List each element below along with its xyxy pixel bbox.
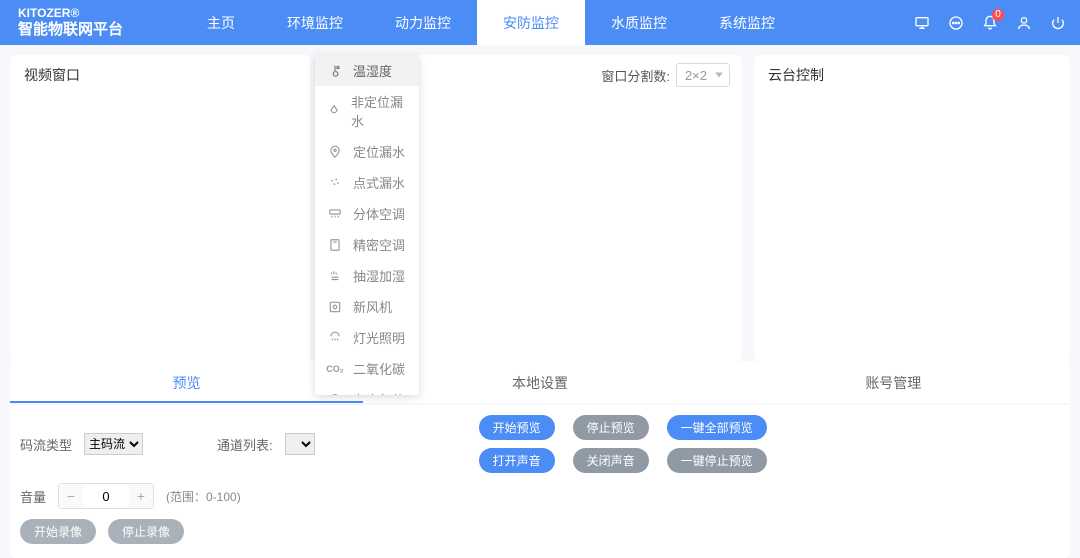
submenu-point-leak[interactable]: 点式漏水 bbox=[315, 167, 419, 198]
submenu-dehumid[interactable]: 抽湿加湿 bbox=[315, 260, 419, 291]
stream-type-label: 码流类型 bbox=[20, 435, 72, 454]
nav-system[interactable]: 系统监控 bbox=[693, 0, 801, 45]
top-nav: 主页 环境监控 动力监控 安防监控 水质监控 系统监控 bbox=[181, 0, 801, 45]
submenu-loc-leak[interactable]: 定位漏水 bbox=[315, 136, 419, 167]
fan-icon bbox=[327, 299, 343, 315]
brand: KITOZER® 智能物联网平台 bbox=[0, 6, 141, 38]
submenu-label: 二氧化碳 bbox=[353, 359, 405, 378]
volume-stepper: − + bbox=[58, 483, 154, 509]
server-icon bbox=[327, 237, 343, 253]
submenu-label: 精密空调 bbox=[353, 235, 405, 254]
dots-icon bbox=[327, 175, 343, 191]
nav-home[interactable]: 主页 bbox=[181, 0, 261, 45]
light-icon bbox=[327, 330, 343, 346]
submenu-temp-humidity[interactable]: 温湿度 bbox=[315, 55, 419, 86]
submenu-label: 非定位漏水 bbox=[351, 92, 407, 130]
tab-preview[interactable]: 预览 bbox=[10, 361, 363, 403]
droplet-icon bbox=[327, 103, 341, 119]
brand-sub: 智能物联网平台 bbox=[18, 21, 123, 39]
video-window-title: 视频窗口 bbox=[10, 55, 310, 95]
user-icon[interactable] bbox=[1016, 15, 1032, 31]
nav-power[interactable]: 动力监控 bbox=[369, 0, 477, 45]
volume-decrease-button[interactable]: − bbox=[59, 484, 83, 508]
env-submenu: 温湿度 非定位漏水 定位漏水 点式漏水 分体空调 精密空调 抽湿加湿 新风机 灯… bbox=[315, 55, 419, 395]
submenu-label: 抽湿加湿 bbox=[353, 266, 405, 285]
split-label: 窗口分割数: bbox=[601, 66, 670, 85]
ptz-title: 云台控制 bbox=[754, 55, 1070, 95]
chat-icon[interactable] bbox=[948, 15, 964, 31]
start-preview-button[interactable]: 开始预览 bbox=[479, 415, 555, 440]
stop-record-button[interactable]: 停止录像 bbox=[108, 519, 184, 544]
app-header: KITOZER® 智能物联网平台 主页 环境监控 动力监控 安防监控 水质监控 … bbox=[0, 0, 1080, 45]
all-preview-button[interactable]: 一键全部预览 bbox=[667, 415, 767, 440]
channel-list-label: 通道列表: bbox=[217, 435, 273, 454]
volume-input[interactable] bbox=[83, 484, 129, 508]
start-record-button[interactable]: 开始录像 bbox=[20, 519, 96, 544]
stop-all-preview-button[interactable]: 一键停止预览 bbox=[667, 448, 767, 473]
nav-env[interactable]: 环境监控 bbox=[261, 0, 369, 45]
submenu-label: 新风机 bbox=[353, 297, 392, 316]
submenu-fresh-air[interactable]: 新风机 bbox=[315, 291, 419, 322]
stop-preview-button[interactable]: 停止预览 bbox=[573, 415, 649, 440]
submenu-label: 温湿度 bbox=[353, 61, 392, 80]
video-window-panel: 视频窗口 bbox=[10, 55, 310, 361]
header-icons: 0 bbox=[914, 0, 1066, 45]
ac-icon bbox=[327, 206, 343, 222]
tab-account[interactable]: 账号管理 bbox=[717, 361, 1070, 403]
preview-controls: 码流类型 主码流 通道列表: 开始预览 打开声音 停止预览 关闭声音 一键全部预… bbox=[10, 405, 1070, 558]
action-buttons: 开始预览 打开声音 停止预览 关闭声音 一键全部预览 一键停止预览 bbox=[479, 415, 767, 473]
submenu-label: 点式漏水 bbox=[353, 173, 405, 192]
thermometer-icon bbox=[327, 63, 343, 79]
volume-label: 音量 bbox=[20, 487, 46, 506]
submenu-co2[interactable]: CO₂ 二氧化碳 bbox=[315, 353, 419, 384]
brand-top: KITOZER® bbox=[18, 6, 123, 20]
hazard-icon bbox=[327, 392, 343, 396]
submenu-lighting[interactable]: 灯光照明 bbox=[315, 322, 419, 353]
split-value: 2×2 bbox=[685, 68, 707, 83]
submenu-toxic-gas[interactable]: 有毒气体 bbox=[315, 384, 419, 395]
workspace: 视频窗口 窗口分割数: 2×2 云台控制 bbox=[0, 45, 1080, 361]
open-sound-button[interactable]: 打开声音 bbox=[479, 448, 555, 473]
channel-list-select[interactable] bbox=[285, 433, 315, 455]
split-select[interactable]: 2×2 bbox=[676, 63, 730, 87]
stream-type-select[interactable]: 主码流 bbox=[84, 433, 143, 455]
submenu-label: 有毒气体 bbox=[353, 390, 405, 395]
mist-icon bbox=[327, 268, 343, 284]
submenu-label: 分体空调 bbox=[353, 204, 405, 223]
co2-icon: CO₂ bbox=[327, 361, 343, 377]
close-sound-button[interactable]: 关闭声音 bbox=[573, 448, 649, 473]
bell-badge: 0 bbox=[992, 9, 1004, 21]
volume-increase-button[interactable]: + bbox=[129, 484, 153, 508]
monitor-icon[interactable] bbox=[914, 15, 930, 31]
nav-security[interactable]: 安防监控 bbox=[477, 0, 585, 45]
submenu-nonloc-leak[interactable]: 非定位漏水 bbox=[315, 86, 419, 136]
bell-icon[interactable]: 0 bbox=[982, 15, 998, 31]
submenu-split-ac[interactable]: 分体空调 bbox=[315, 198, 419, 229]
pin-icon bbox=[327, 144, 343, 160]
power-icon[interactable] bbox=[1050, 15, 1066, 31]
submenu-label: 定位漏水 bbox=[353, 142, 405, 161]
nav-water[interactable]: 水质监控 bbox=[585, 0, 693, 45]
window-split-control: 窗口分割数: 2×2 bbox=[601, 63, 730, 87]
submenu-precision-ac[interactable]: 精密空调 bbox=[315, 229, 419, 260]
bottom-tabs: 预览 本地设置 账号管理 bbox=[10, 361, 1070, 403]
ptz-panel: 云台控制 bbox=[754, 55, 1070, 361]
volume-range-hint: (范围：0-100) bbox=[166, 488, 241, 505]
submenu-label: 灯光照明 bbox=[353, 328, 405, 347]
